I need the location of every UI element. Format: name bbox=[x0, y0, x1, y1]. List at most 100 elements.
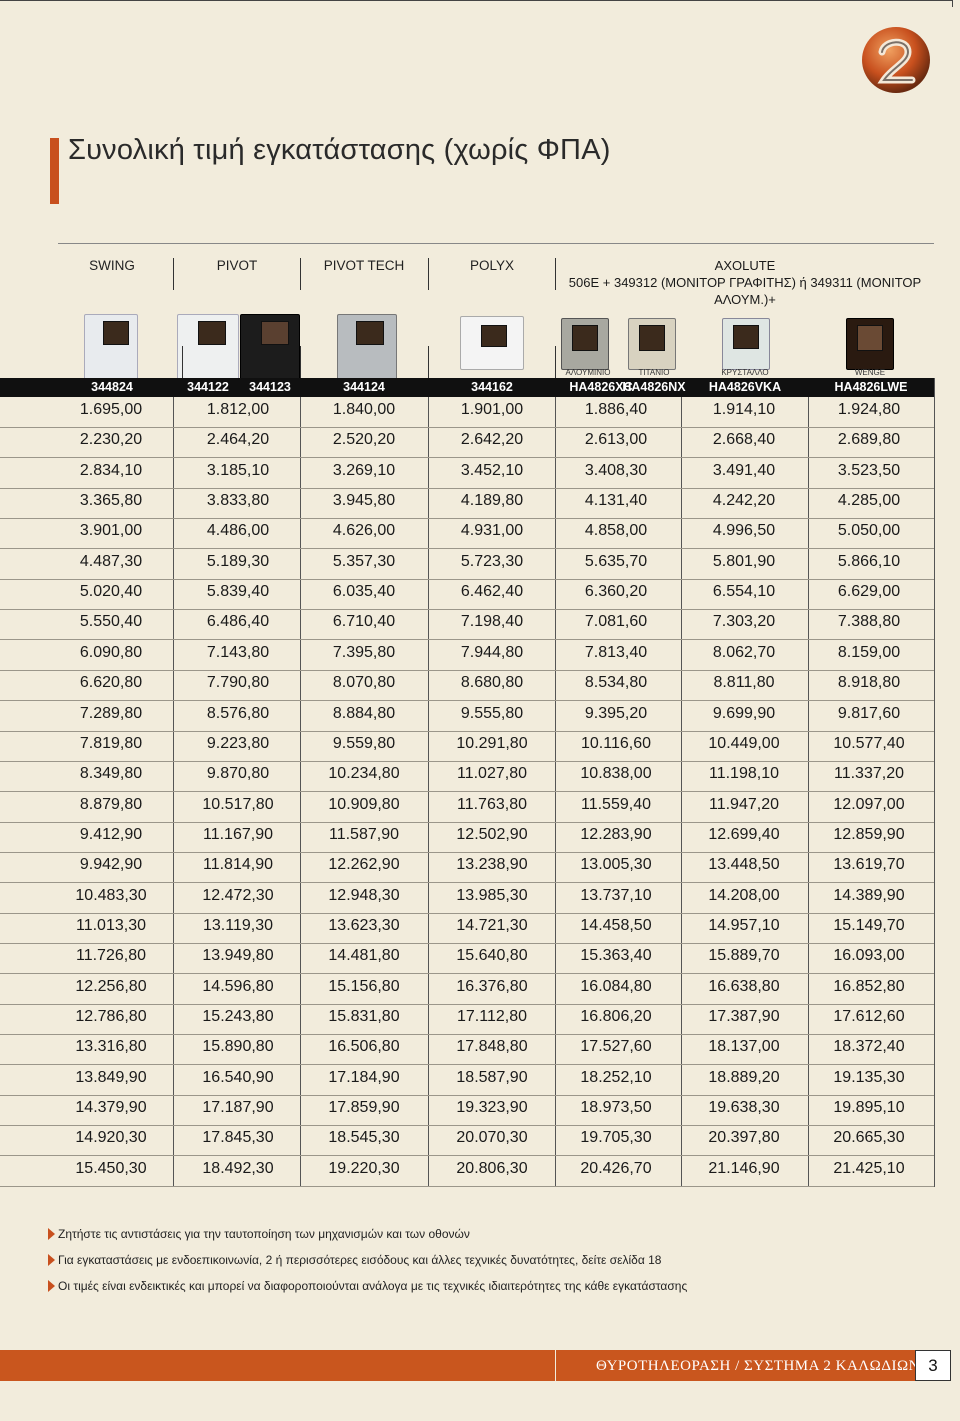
price-cell: 11.763,80 bbox=[457, 795, 527, 813]
price-cell: 7.289,80 bbox=[79, 704, 143, 722]
table-row: 8.879,80 10.517,80 10.909,80 11.763,80 11.55… bbox=[0, 792, 934, 823]
price-cell: 14.208,00 bbox=[708, 886, 780, 904]
code-swing: 344824 bbox=[91, 380, 133, 394]
price-cell: 9.395,20 bbox=[584, 704, 648, 722]
price-cell: 13.949,80 bbox=[202, 947, 274, 965]
table-row: 13.316,80 15.890,80 16.506,80 17.848,80 17.5… bbox=[0, 1034, 934, 1066]
price-cell: 15.889,70 bbox=[708, 947, 780, 965]
page-frame-top bbox=[0, 0, 953, 7]
price-cell: 18.545,30 bbox=[328, 1129, 400, 1147]
price-cell: 6.710,40 bbox=[332, 613, 396, 631]
price-cell: 5.866,10 bbox=[837, 552, 901, 570]
price-cell: 17.187,90 bbox=[202, 1099, 274, 1117]
price-cell: 18.587,90 bbox=[456, 1068, 528, 1086]
price-cell: 12.097,00 bbox=[833, 795, 905, 813]
price-cell: 11.587,90 bbox=[329, 825, 399, 843]
price-cell: 9.817,60 bbox=[837, 704, 901, 722]
price-cell: 5.189,30 bbox=[206, 552, 270, 570]
table-row: 7.819,80 9.223,80 9.559,80 10.291,80 10.116,… bbox=[0, 731, 934, 762]
price-cell: 10.234,80 bbox=[328, 765, 400, 783]
price-cell: 15.831,80 bbox=[328, 1008, 400, 1025]
price-cell: 17.387,90 bbox=[708, 1008, 780, 1025]
price-cell: 9.559,80 bbox=[332, 734, 396, 752]
code-pivot-black: 344123 bbox=[249, 380, 291, 394]
price-cell: 5.635,70 bbox=[584, 552, 648, 570]
table-row: 11.013,30 13.119,30 13.623,30 14.721,30 14.4… bbox=[0, 913, 934, 944]
price-cell: 14.721,30 bbox=[456, 916, 528, 934]
price-cell: 12.948,30 bbox=[328, 886, 400, 904]
price-cell: 7.143,80 bbox=[206, 643, 270, 661]
price-cell: 17.612,60 bbox=[833, 1008, 905, 1025]
axolute-crystal-monitor-image bbox=[722, 318, 770, 370]
price-cell: 16.806,20 bbox=[580, 1008, 652, 1025]
price-cell: 9.870,80 bbox=[206, 765, 270, 783]
price-cell: 13.316,80 bbox=[75, 1038, 147, 1056]
table-row: 6.090,80 7.143,80 7.395,80 7.944,80 7.813,40… bbox=[0, 640, 934, 671]
price-cell: 20.665,30 bbox=[833, 1129, 905, 1147]
table-row: 14.920,30 17.845,30 18.545,30 20.070,30 19.7… bbox=[0, 1125, 934, 1157]
axolute-wenge-monitor-image bbox=[846, 318, 894, 370]
price-cell: 3.365,80 bbox=[79, 492, 143, 510]
price-cell: 7.198,40 bbox=[460, 613, 524, 631]
price-cell: 4.626,00 bbox=[332, 522, 396, 540]
price-cell: 3.945,80 bbox=[332, 492, 396, 510]
polyx-monitor-image bbox=[460, 316, 524, 370]
model-header: SWING PIVOT PIVOT TECH POLYX AXOLUTE 506… bbox=[0, 252, 934, 307]
price-cell: 11.947,20 bbox=[709, 795, 779, 813]
price-cell: 10.449,00 bbox=[708, 734, 780, 752]
table-row: 3.901,00 4.486,00 4.626,00 4.931,00 4.858,00… bbox=[0, 518, 934, 550]
table-row: 15.450,30 18.492,30 19.220,30 20.806,30 20.4… bbox=[0, 1156, 934, 1187]
table-row: 5.550,40 6.486,40 6.710,40 7.198,40 7.081,60… bbox=[0, 609, 934, 641]
price-cell: 17.859,90 bbox=[328, 1099, 400, 1117]
price-cell: 6.486,40 bbox=[206, 613, 270, 631]
price-cell: 5.550,40 bbox=[79, 613, 143, 631]
model-pivot-tech: PIVOT TECH bbox=[323, 258, 405, 273]
price-cell: 8.879,80 bbox=[79, 795, 143, 813]
title-accent-bar bbox=[50, 138, 59, 204]
price-cell: 1.840,00 bbox=[332, 401, 396, 418]
price-cell: 1.812,00 bbox=[206, 401, 270, 418]
code-pivot-tech: 344124 bbox=[343, 380, 385, 394]
note-item: Για εγκαταστάσεις με ενδοεπικοινωνία, 2 … bbox=[48, 1253, 687, 1279]
price-cell: 9.223,80 bbox=[206, 734, 270, 752]
price-cell: 18.973,50 bbox=[580, 1099, 652, 1117]
price-cell: 12.262,90 bbox=[328, 856, 400, 874]
price-cell: 17.184,90 bbox=[328, 1068, 400, 1086]
footer-section-title: ΘΥΡΟΤΗΛΕΟΡΑΣΗ / ΣΥΣΤΗΜΑ 2 ΚΑΛΩΔΙΩΝ bbox=[596, 1358, 920, 1374]
table-row: 4.487,30 5.189,30 5.357,30 5.723,30 5.635,70… bbox=[0, 549, 934, 580]
price-cell: 6.090,80 bbox=[79, 643, 143, 661]
price-cell: 16.093,00 bbox=[833, 947, 905, 965]
price-cell: 10.577,40 bbox=[833, 734, 905, 752]
price-cell: 13.119,30 bbox=[203, 916, 273, 934]
table-row: 13.849,90 16.540,90 17.184,90 18.587,90 18.2… bbox=[0, 1065, 934, 1096]
pivot-white-monitor-image bbox=[177, 314, 239, 380]
table-row: 9.412,90 11.167,90 11.587,90 12.502,90 12.28… bbox=[0, 822, 934, 853]
price-cell: 20.426,70 bbox=[580, 1159, 652, 1177]
price-cell: 19.323,90 bbox=[456, 1099, 528, 1117]
price-cell: 3.185,10 bbox=[206, 461, 270, 479]
price-cell: 6.462,40 bbox=[460, 583, 524, 601]
swing-monitor-image bbox=[84, 314, 138, 380]
price-cell: 8.349,80 bbox=[79, 765, 143, 783]
price-cell: 20.070,30 bbox=[456, 1129, 528, 1147]
price-cell: 2.834,10 bbox=[79, 461, 143, 479]
table-row: 9.942,90 11.814,90 12.262,90 13.238,90 13.00… bbox=[0, 852, 934, 884]
price-cell: 13.005,30 bbox=[580, 856, 652, 874]
price-cell: 4.487,30 bbox=[79, 552, 143, 570]
price-cell: 1.886,40 bbox=[584, 401, 648, 418]
code-axolute-crystal: HA4826VKA bbox=[708, 380, 782, 394]
price-cell: 13.448,50 bbox=[708, 856, 780, 874]
price-cell: 6.629,00 bbox=[837, 583, 901, 601]
price-cell: 1.914,10 bbox=[712, 401, 776, 418]
price-cell: 7.395,80 bbox=[332, 643, 396, 661]
price-cell: 8.918,80 bbox=[837, 674, 901, 692]
price-cell: 13.623,30 bbox=[328, 916, 400, 934]
price-cell: 8.159,00 bbox=[837, 643, 901, 661]
price-cell: 17.848,80 bbox=[456, 1038, 528, 1056]
price-cell: 16.638,80 bbox=[708, 977, 780, 995]
table-row: 14.379,90 17.187,90 17.859,90 19.323,90 18.9… bbox=[0, 1095, 934, 1127]
price-cell: 8.534,80 bbox=[584, 674, 648, 692]
price-cell: 12.786,80 bbox=[75, 1008, 147, 1025]
footer-divider bbox=[555, 1350, 556, 1381]
price-cell: 16.506,80 bbox=[328, 1038, 400, 1056]
